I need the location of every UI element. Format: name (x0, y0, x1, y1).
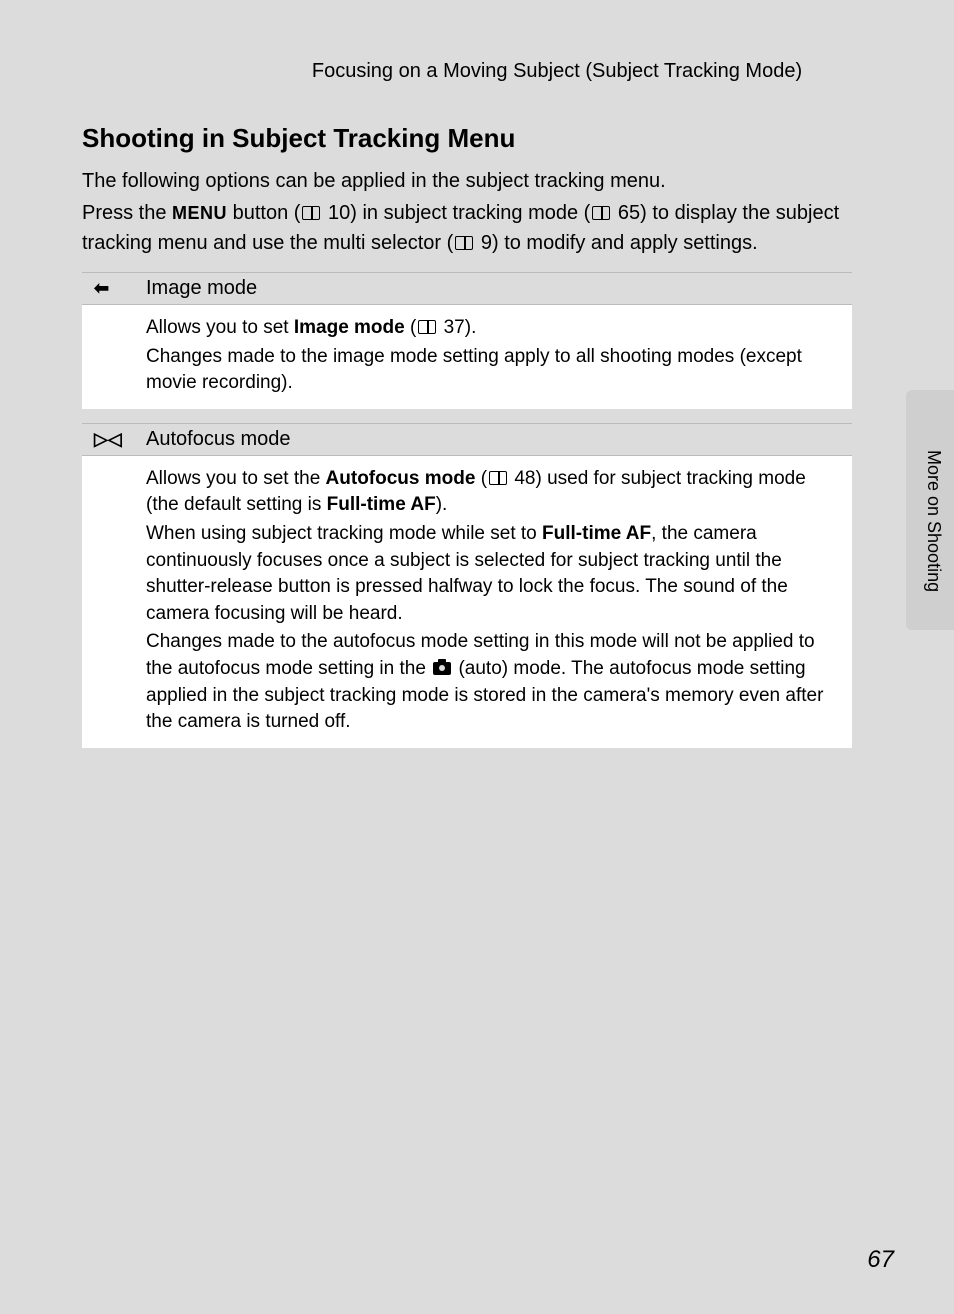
page-number: 67 (867, 1246, 894, 1274)
page-header: Focusing on a Moving Subject (Subject Tr… (262, 60, 852, 83)
side-section-label: More on Shooting (923, 450, 944, 592)
text: 9) to modify and apply settings. (475, 232, 757, 254)
option-label: Image mode (146, 277, 257, 300)
bold-text: Full-time AF (327, 494, 436, 515)
option-body-autofocus-mode: Allows you to set the Autofocus mode ( 4… (82, 456, 852, 748)
text: ( (475, 468, 487, 489)
text: Press the (82, 202, 172, 224)
text: ). (436, 494, 448, 515)
text: When using subject tracking mode while s… (146, 523, 542, 544)
page-content: Focusing on a Moving Subject (Subject Tr… (82, 60, 852, 748)
page-ref-icon (455, 236, 473, 250)
menu-button-label: MENU (172, 203, 227, 223)
intro-paragraph-2: Press the MENU button ( 10) in subject t… (82, 198, 852, 258)
section-title: Shooting in Subject Tracking Menu (82, 123, 852, 154)
text: button ( (227, 202, 300, 224)
page-ref-icon (592, 206, 610, 220)
text: Allows you to set the (146, 468, 326, 489)
bold-text: Full-time AF (542, 523, 651, 544)
page-ref-icon (418, 320, 436, 334)
text: 37). (438, 317, 476, 338)
option-header-autofocus-mode: ▷◁ Autofocus mode (82, 423, 852, 456)
page-ref-icon (489, 471, 507, 485)
bold-text: Autofocus mode (326, 468, 476, 489)
text: 10) in subject tracking mode ( (322, 202, 590, 224)
bold-text: Image mode (294, 317, 405, 338)
text: Allows you to set (146, 317, 294, 338)
option-body-image-mode: Allows you to set Image mode ( 37). Chan… (82, 305, 852, 409)
camera-icon (433, 662, 451, 675)
page-ref-icon (302, 206, 320, 220)
text: ( (405, 317, 417, 338)
option-header-image-mode: ⬅ Image mode (82, 272, 852, 305)
option-label: Autofocus mode (146, 428, 291, 451)
intro-paragraph-1: The following options can be applied in … (82, 166, 852, 196)
image-mode-icon: ⬅ (94, 278, 146, 299)
autofocus-mode-icon: ▷◁ (94, 429, 146, 450)
text: Changes made to the image mode setting a… (146, 344, 840, 397)
